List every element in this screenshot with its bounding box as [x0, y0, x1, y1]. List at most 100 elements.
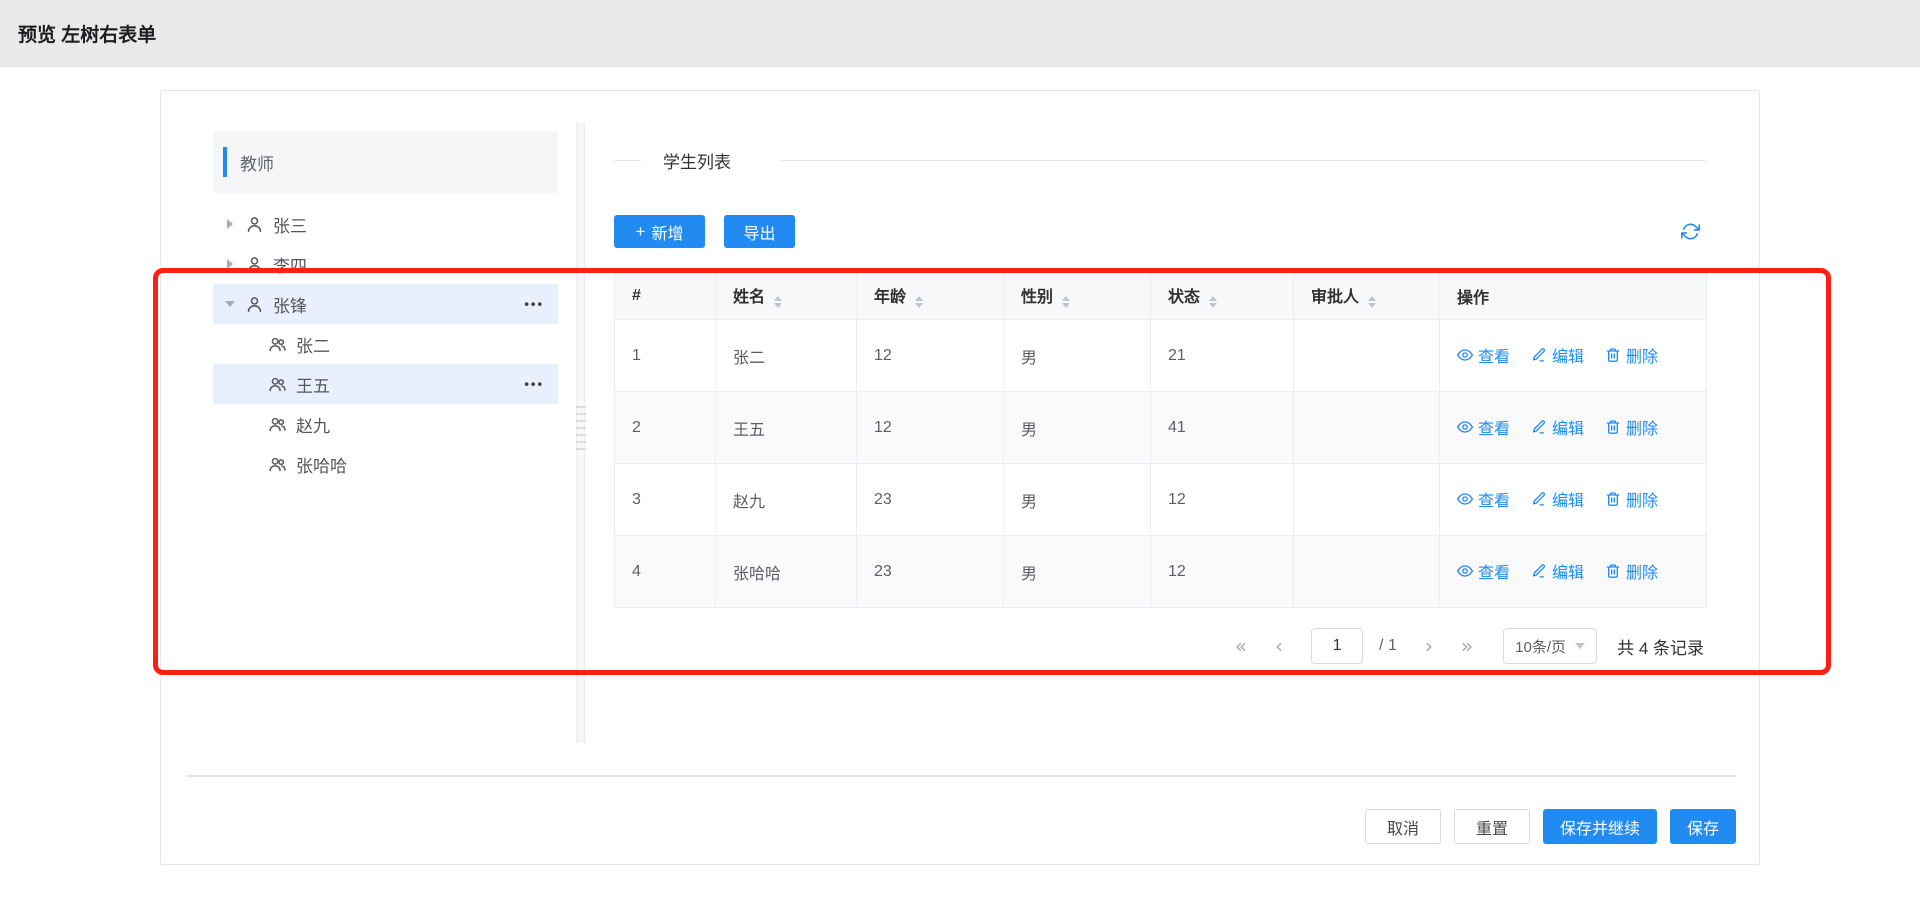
sort-icon[interactable] — [774, 296, 782, 308]
page-header-bar: 预览 左树右表单 — [0, 0, 1920, 67]
tree-item[interactable]: 王五 ••• — [213, 364, 558, 404]
tree-item-label: 王五 — [296, 372, 330, 397]
actions-cell: 查看编辑删除 — [1440, 464, 1707, 536]
view-link[interactable]: 查看 — [1457, 487, 1510, 511]
edit-icon — [1531, 563, 1547, 579]
edit-link[interactable]: 编辑 — [1531, 487, 1584, 511]
table-cell: 男 — [1004, 320, 1151, 392]
view-link[interactable]: 查看 — [1457, 415, 1510, 439]
edit-link[interactable]: 编辑 — [1531, 343, 1584, 367]
column-label: # — [632, 287, 641, 304]
cancel-button[interactable]: 取消 — [1365, 809, 1441, 844]
more-button[interactable]: ••• — [524, 377, 544, 392]
tree-item[interactable]: 李四 — [213, 244, 558, 284]
page-title: 预览 左树右表单 — [18, 20, 156, 47]
actions-cell: 查看编辑删除 — [1440, 536, 1707, 608]
tree-item[interactable]: 张三 — [213, 204, 558, 244]
teacher-tree-panel: 教师 张三李四张锋•••张二王五 ••• 赵九张哈哈 — [213, 131, 558, 484]
export-button-label: 导出 — [743, 220, 775, 244]
table-cell: 12 — [1151, 536, 1294, 608]
last-page-button[interactable]: » — [1461, 636, 1473, 656]
page-size-select[interactable]: 10条/页 — [1503, 628, 1597, 664]
eye-icon — [1457, 347, 1473, 363]
sort-icon[interactable] — [1209, 296, 1217, 308]
add-button[interactable]: + 新增 — [614, 215, 705, 248]
eye-icon — [1457, 563, 1473, 579]
table-cell: 张哈哈 — [716, 536, 857, 608]
trash-icon — [1605, 419, 1621, 435]
delete-link[interactable]: 删除 — [1605, 415, 1658, 439]
table-row: 1张二12男21查看编辑删除 — [615, 320, 1707, 392]
table-cell — [1294, 464, 1440, 536]
next-page-button[interactable]: › — [1425, 636, 1433, 656]
eye-icon — [1457, 491, 1473, 507]
delete-link[interactable]: 删除 — [1605, 487, 1658, 511]
trash-icon — [1605, 563, 1621, 579]
actions-cell: 查看编辑删除 — [1440, 320, 1707, 392]
trash-icon — [1605, 491, 1621, 507]
tree-item-label: 李四 — [273, 252, 307, 277]
table-header-cell[interactable]: 性别 — [1004, 272, 1151, 320]
page-size-value: 10条/页 — [1515, 636, 1566, 657]
tree-list: 张三李四张锋•••张二王五 ••• 赵九张哈哈 — [213, 204, 558, 484]
table-cell: 男 — [1004, 464, 1151, 536]
column-label: 性别 — [1021, 289, 1053, 306]
more-button[interactable]: ••• — [524, 297, 544, 312]
sort-icon[interactable] — [915, 296, 923, 308]
column-label: 年龄 — [874, 289, 906, 306]
splitter-grip-icon[interactable] — [576, 406, 586, 450]
column-label: 审批人 — [1311, 289, 1359, 306]
tree-item[interactable]: 张锋••• — [213, 284, 558, 324]
table-cell: 21 — [1151, 320, 1294, 392]
table-cell: 赵九 — [716, 464, 857, 536]
tree-item[interactable]: 张哈哈 — [213, 444, 558, 484]
delete-link[interactable]: 删除 — [1605, 343, 1658, 367]
save-button[interactable]: 保存 — [1670, 809, 1736, 844]
view-link[interactable]: 查看 — [1457, 559, 1510, 583]
total-pages-label: / 1 — [1379, 637, 1397, 655]
current-page-input[interactable]: 1 — [1311, 628, 1363, 664]
user-icon — [245, 215, 273, 234]
tree-item[interactable]: 赵九 — [213, 404, 558, 444]
panel-splitter[interactable] — [576, 123, 585, 743]
table-header-cell[interactable]: 状态 — [1151, 272, 1294, 320]
export-button[interactable]: 导出 — [724, 215, 795, 248]
edit-link[interactable]: 编辑 — [1531, 415, 1584, 439]
edit-link[interactable]: 编辑 — [1531, 559, 1584, 583]
refresh-button[interactable] — [1680, 222, 1700, 242]
sort-icon[interactable] — [1368, 296, 1376, 308]
student-table: #姓名年龄性别状态审批人操作 1张二12男21查看编辑删除2王五12男41查看编… — [614, 271, 1707, 608]
user-icon — [245, 255, 273, 274]
pagination-bar: « ‹ 1 / 1 › » 10条/页 共 4 条记录 — [614, 628, 1704, 664]
caret-down-icon[interactable] — [225, 301, 235, 307]
divider-line — [781, 160, 1706, 161]
table-header-cell[interactable]: 年龄 — [857, 272, 1004, 320]
delete-link[interactable]: 删除 — [1605, 559, 1658, 583]
table-cell: 1 — [615, 320, 716, 392]
first-page-button[interactable]: « — [1235, 636, 1247, 656]
actions-cell: 查看编辑删除 — [1440, 392, 1707, 464]
column-label: 姓名 — [733, 289, 765, 306]
save-and-continue-button[interactable]: 保存并继续 — [1543, 809, 1657, 844]
table-cell: 41 — [1151, 392, 1294, 464]
column-label: 状态 — [1168, 289, 1200, 306]
caret-right-icon[interactable] — [227, 259, 233, 269]
table-header-cell[interactable]: 审批人 — [1294, 272, 1440, 320]
eye-icon — [1457, 419, 1473, 435]
table-cell: 3 — [615, 464, 716, 536]
prev-page-button[interactable]: ‹ — [1275, 636, 1283, 656]
view-link[interactable]: 查看 — [1457, 343, 1510, 367]
user-icon — [245, 295, 273, 314]
tree-item-label: 赵九 — [296, 412, 330, 437]
group-icon — [268, 415, 296, 434]
chevron-down-icon — [1575, 643, 1585, 649]
caret-right-icon[interactable] — [227, 219, 233, 229]
table-header-cell[interactable]: 姓名 — [716, 272, 857, 320]
tree-item[interactable]: 张二 — [213, 324, 558, 364]
table-cell: 12 — [1151, 464, 1294, 536]
sort-icon[interactable] — [1062, 296, 1070, 308]
tree-item-label: 张三 — [273, 212, 307, 237]
refresh-icon — [1681, 222, 1700, 241]
reset-button[interactable]: 重置 — [1454, 809, 1530, 844]
tree-panel-header: 教师 — [213, 131, 558, 193]
